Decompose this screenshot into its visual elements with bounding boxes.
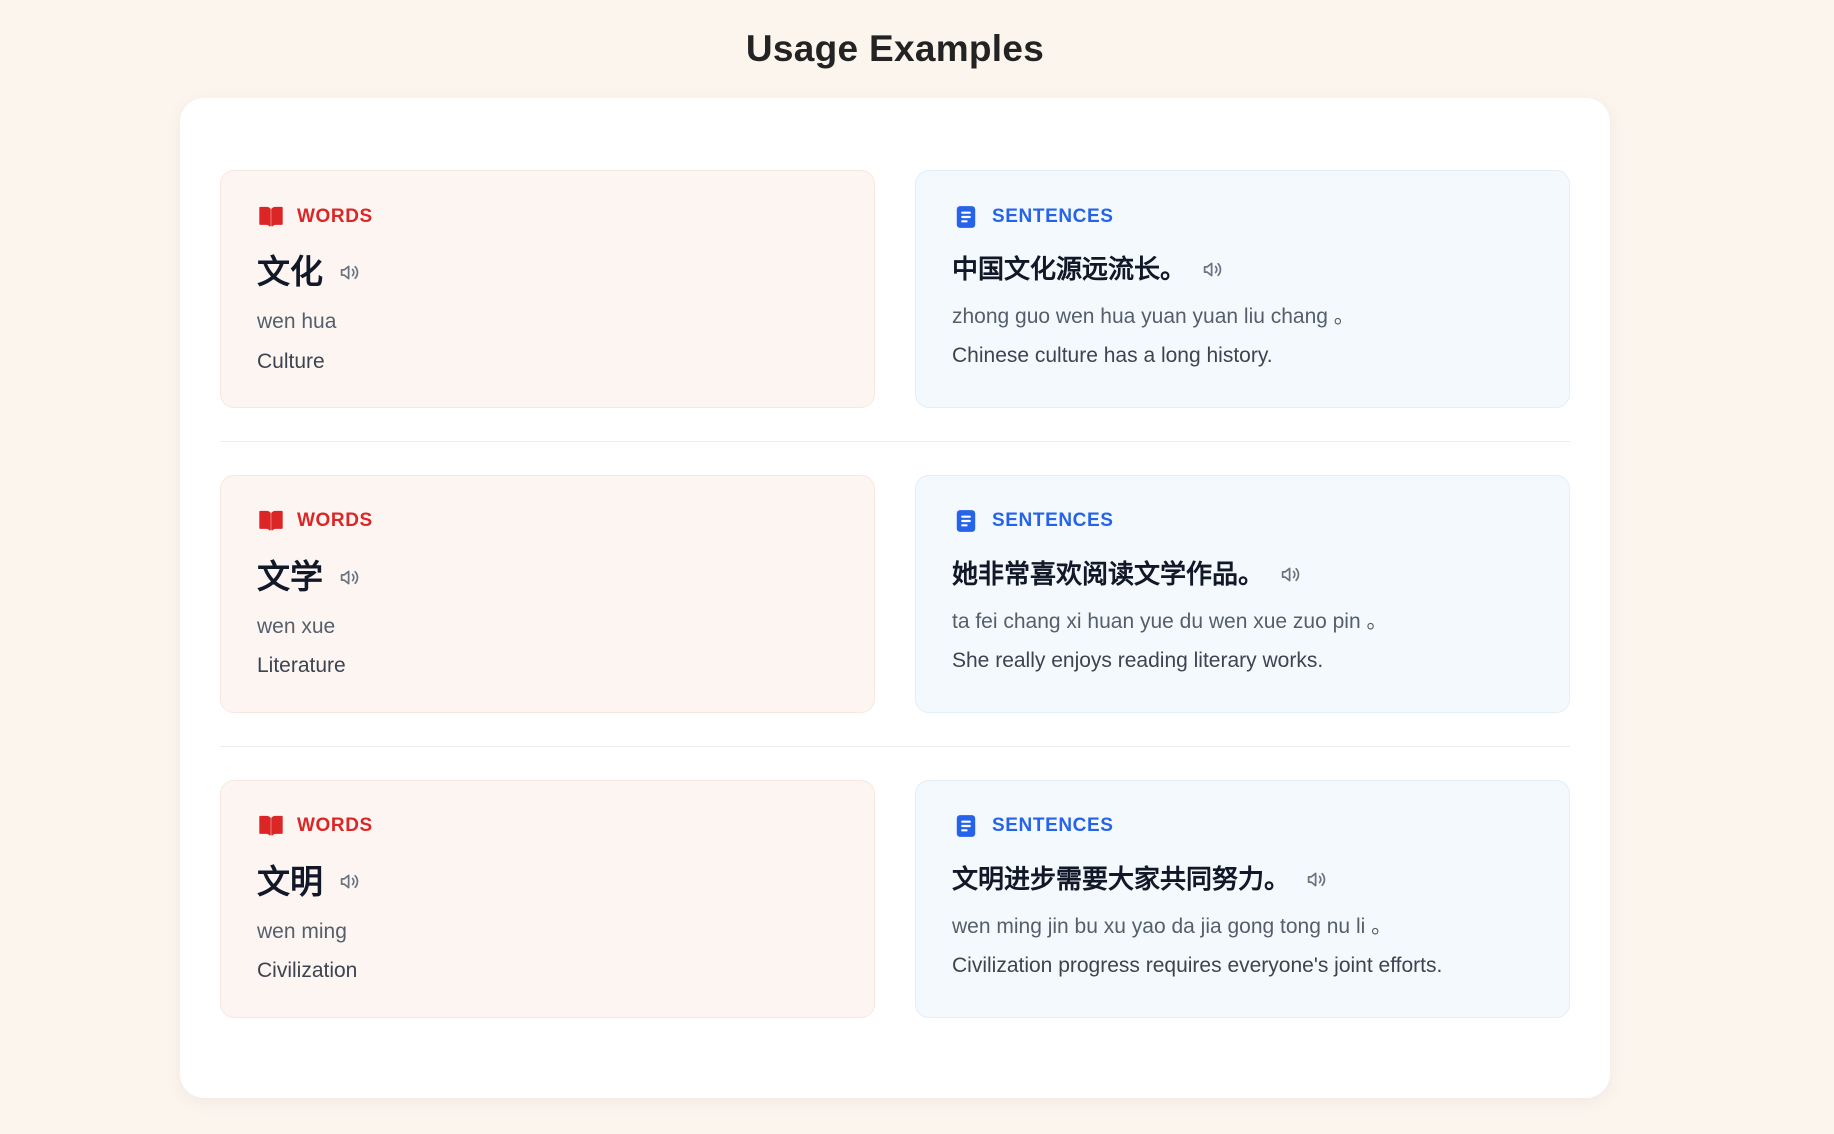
speaker-icon [339, 262, 360, 283]
word-text: 文学 [257, 559, 323, 595]
sentences-label: SENTENCES [992, 510, 1114, 532]
word-headline: 文学 [257, 559, 838, 595]
sentences-label: SENTENCES [992, 815, 1114, 837]
document-icon [952, 508, 979, 535]
sentence-audio-button[interactable] [1306, 869, 1327, 890]
sentence-text: 她非常喜欢阅读文学作品。 [952, 559, 1264, 590]
word-meaning: Literature [257, 652, 838, 679]
row-divider [220, 441, 1570, 442]
sentences-card: SENTENCES 中国文化源远流长。 zhong guo wen hua yu… [915, 170, 1570, 408]
word-pinyin: wen hua [257, 308, 838, 335]
sentence-audio-button[interactable] [1202, 259, 1223, 280]
example-row: WORDS 文学 wen xue Literature [220, 475, 1570, 713]
sentence-headline: 她非常喜欢阅读文学作品。 [952, 559, 1533, 590]
speaker-icon [1306, 869, 1327, 890]
word-pinyin: wen xue [257, 613, 838, 640]
usage-examples-card: WORDS 文化 wen hua Culture [180, 98, 1610, 1098]
sentence-pinyin: ta fei chang xi huan yue du wen xue zuo … [952, 608, 1533, 635]
sentence-audio-button[interactable] [1280, 564, 1301, 585]
word-audio-button[interactable] [339, 262, 360, 283]
words-label: WORDS [297, 815, 373, 837]
sentence-translation: Civilization progress requires everyone'… [952, 952, 1533, 979]
words-card: WORDS 文化 wen hua Culture [220, 170, 875, 408]
sentence-text: 中国文化源远流长。 [952, 254, 1186, 285]
sentences-card-header: SENTENCES [952, 203, 1533, 230]
page-title: Usage Examples [180, 0, 1610, 70]
speaker-icon [1280, 564, 1301, 585]
book-open-icon [257, 813, 284, 840]
sentences-card-header: SENTENCES [952, 813, 1533, 840]
word-text: 文化 [257, 254, 323, 290]
row-divider [220, 746, 1570, 747]
words-label: WORDS [297, 206, 373, 228]
example-row: WORDS 文化 wen hua Culture [220, 170, 1570, 408]
words-card-header: WORDS [257, 508, 838, 535]
book-open-icon [257, 203, 284, 230]
word-pinyin: wen ming [257, 918, 838, 945]
sentences-label: SENTENCES [992, 206, 1114, 228]
word-text: 文明 [257, 864, 323, 900]
speaker-icon [339, 567, 360, 588]
word-audio-button[interactable] [339, 871, 360, 892]
speaker-icon [339, 871, 360, 892]
sentences-card-header: SENTENCES [952, 508, 1533, 535]
speaker-icon [1202, 259, 1223, 280]
book-open-icon [257, 508, 284, 535]
sentences-card: SENTENCES 她非常喜欢阅读文学作品。 ta fei chang xi h… [915, 475, 1570, 713]
words-card: WORDS 文明 wen ming Civilization [220, 780, 875, 1018]
sentence-pinyin: zhong guo wen hua yuan yuan liu chang 。 [952, 303, 1533, 330]
sentence-translation: She really enjoys reading literary works… [952, 647, 1533, 674]
sentence-pinyin: wen ming jin bu xu yao da jia gong tong … [952, 913, 1533, 940]
sentence-headline: 中国文化源远流长。 [952, 254, 1533, 285]
document-icon [952, 813, 979, 840]
words-card-header: WORDS [257, 203, 838, 230]
sentence-text: 文明进步需要大家共同努力。 [952, 864, 1290, 895]
words-card-header: WORDS [257, 813, 838, 840]
word-meaning: Civilization [257, 957, 838, 984]
sentence-translation: Chinese culture has a long history. [952, 342, 1533, 369]
sentence-headline: 文明进步需要大家共同努力。 [952, 864, 1533, 895]
word-headline: 文化 [257, 254, 838, 290]
words-card: WORDS 文学 wen xue Literature [220, 475, 875, 713]
example-row: WORDS 文明 wen ming Civilization [220, 780, 1570, 1018]
word-audio-button[interactable] [339, 567, 360, 588]
page-container: Usage Examples WORDS 文化 [180, 0, 1610, 1098]
word-meaning: Culture [257, 348, 838, 375]
document-icon [952, 203, 979, 230]
sentences-card: SENTENCES 文明进步需要大家共同努力。 wen ming jin bu … [915, 780, 1570, 1018]
word-headline: 文明 [257, 864, 838, 900]
words-label: WORDS [297, 510, 373, 532]
